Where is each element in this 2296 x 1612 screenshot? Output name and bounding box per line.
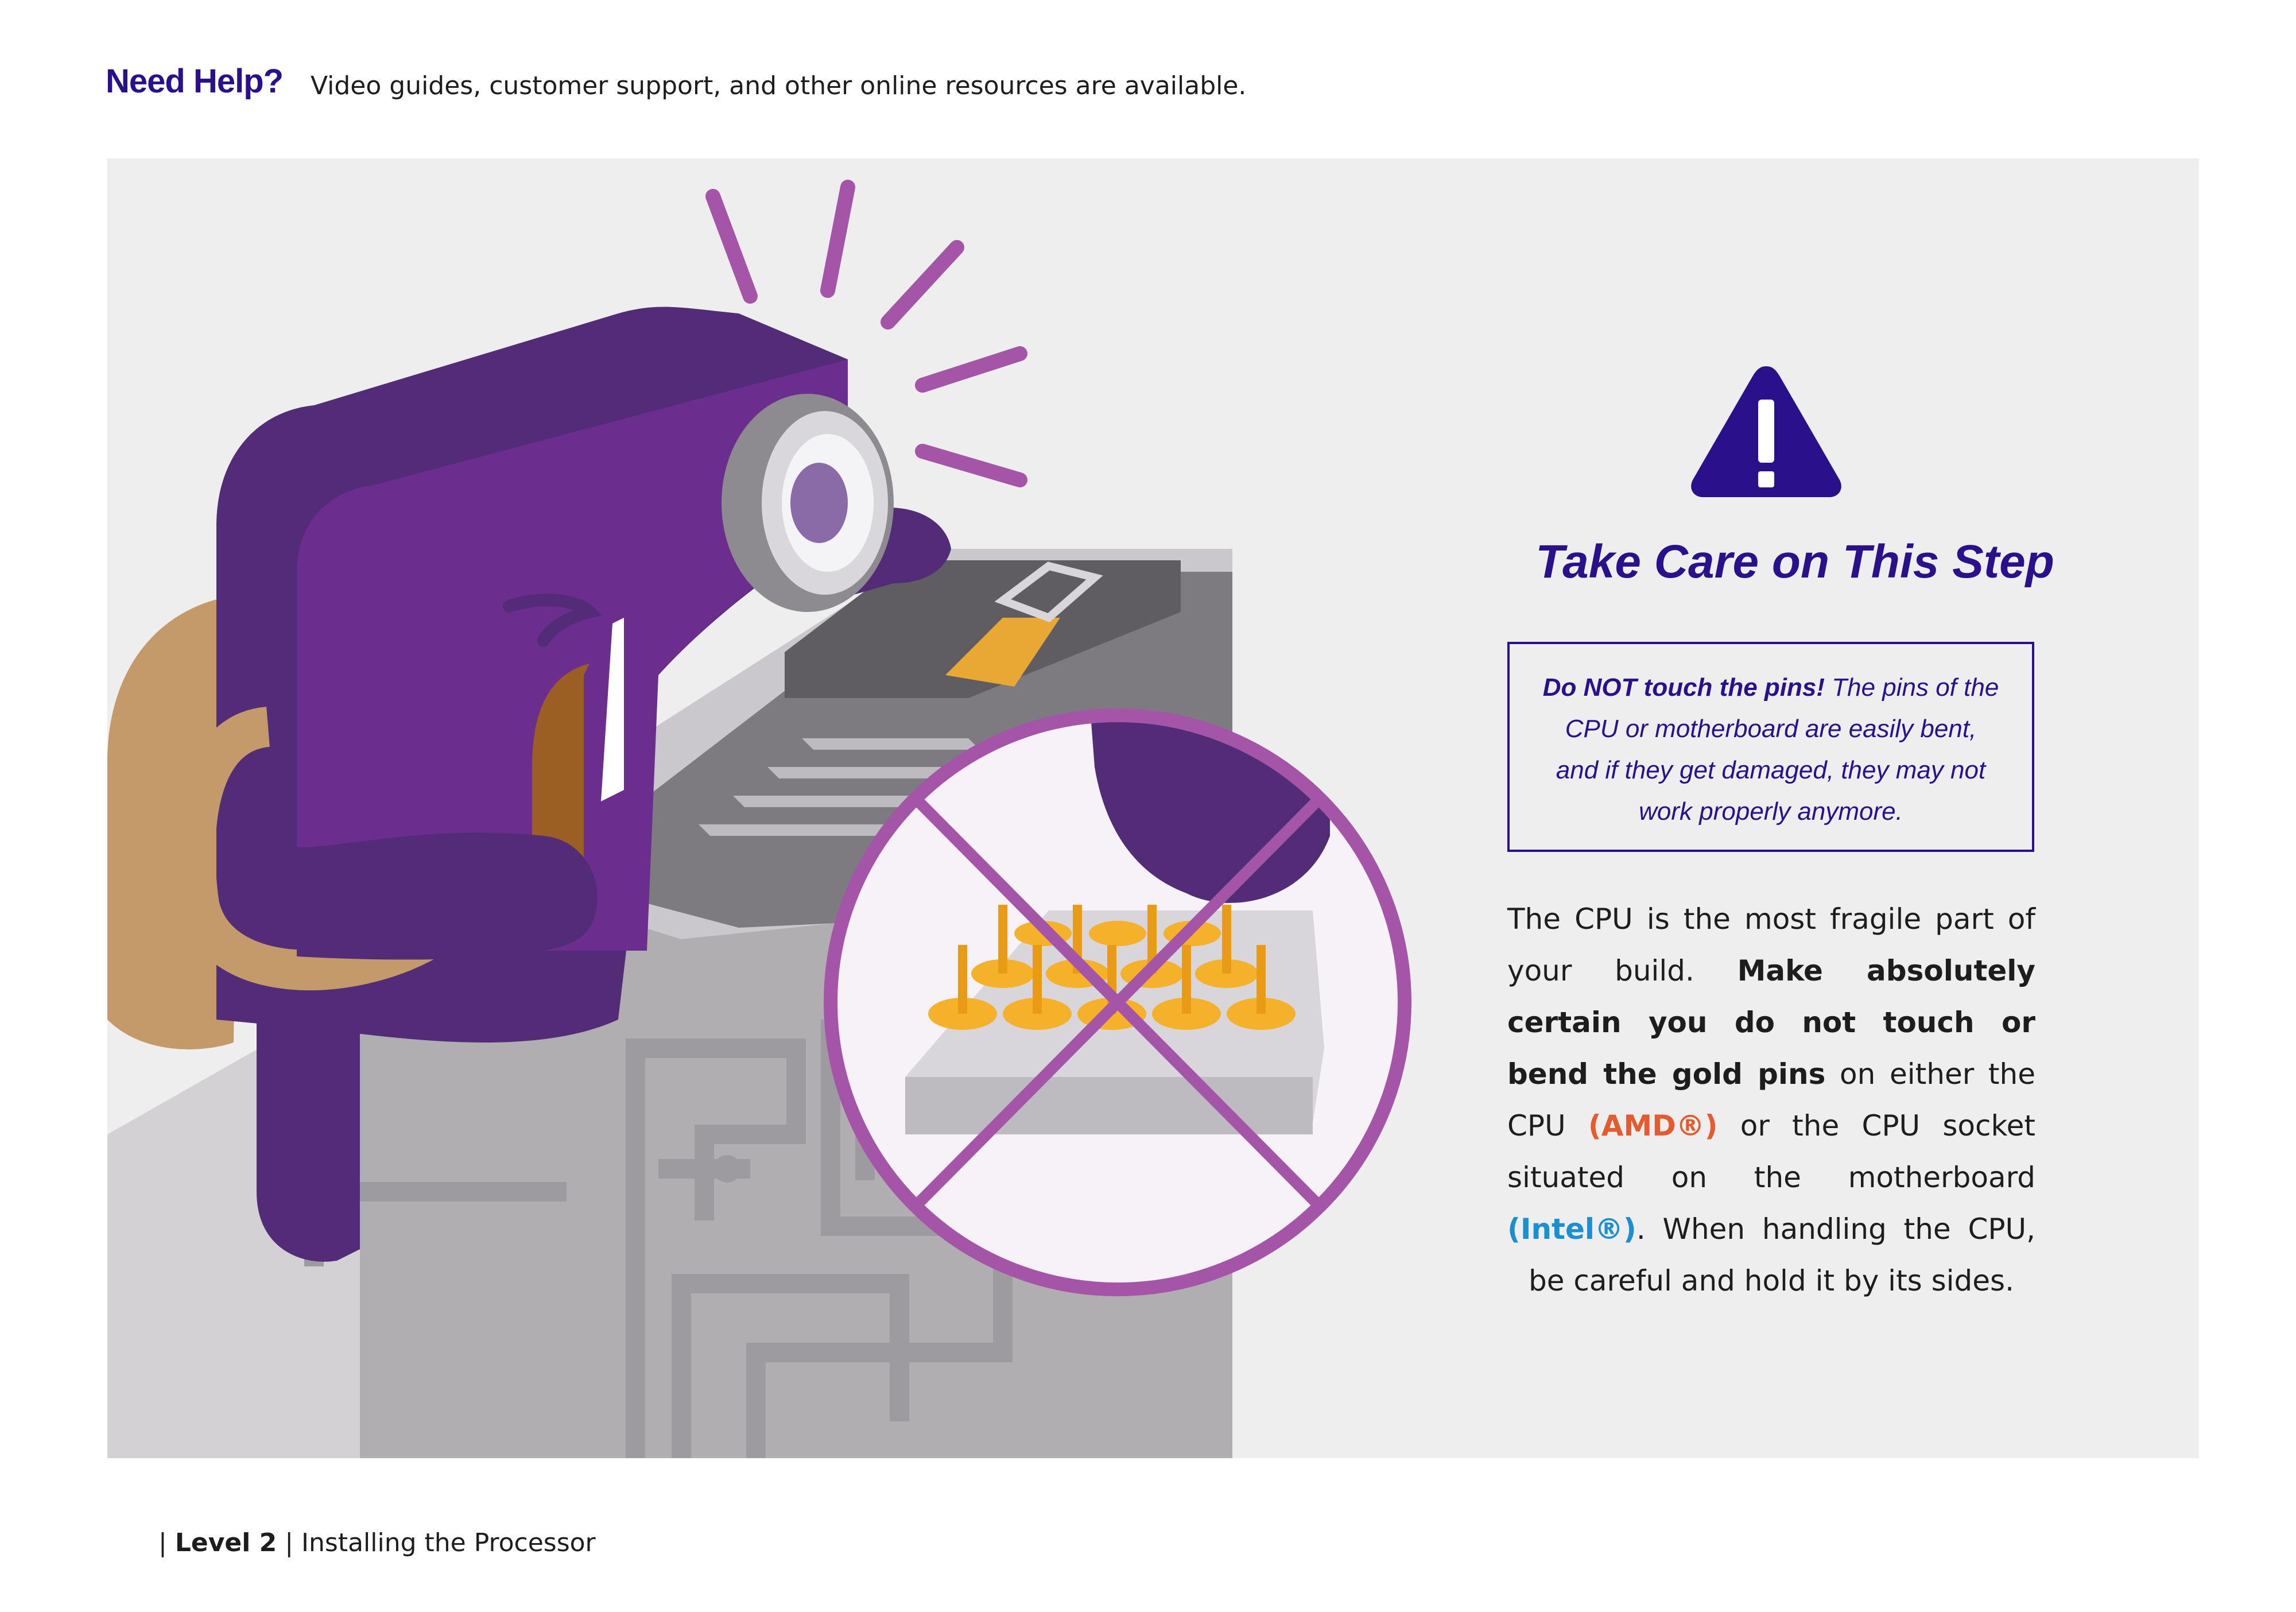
warning-note-bold: Do NOT touch the pins! xyxy=(1542,673,1825,702)
warning-body-text: The CPU is the most fragile part of your… xyxy=(1507,893,2035,1307)
footer-separator-2: | xyxy=(277,1528,302,1557)
warning-triangle-icon xyxy=(1691,366,1841,497)
page-footer: | Level 2 | Installing the Processor xyxy=(158,1528,596,1557)
content-panel: Take Care on This Step Do NOT touch the … xyxy=(107,158,2199,1458)
help-title: Need Help? xyxy=(106,63,284,100)
help-text: Video guides, customer support, and othe… xyxy=(311,71,1247,100)
intel-label: (Intel®) xyxy=(1507,1212,1636,1246)
footer-level: Level 2 xyxy=(174,1528,277,1557)
warning-note-box: Do NOT touch the pins! The pins of the C… xyxy=(1507,642,2034,852)
amd-label: (AMD®) xyxy=(1588,1109,1718,1142)
mascot-inspecting-cpu-illustration xyxy=(107,180,1411,1458)
footer-separator-1: | xyxy=(158,1528,175,1557)
warning-title: Take Care on This Step xyxy=(1535,536,2054,588)
footer-section: Installing the Processor xyxy=(301,1528,596,1557)
